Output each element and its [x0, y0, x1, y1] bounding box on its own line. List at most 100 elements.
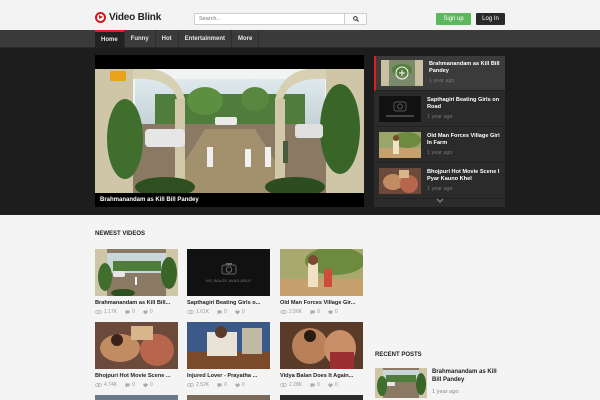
search-bar: [194, 13, 367, 25]
login-button[interactable]: Log In: [476, 13, 505, 25]
playlist-item[interactable]: Old Man Forces Village Girl In Farm 1 ye…: [374, 128, 505, 163]
like-count: 0: [149, 309, 153, 315]
camera-icon: [221, 263, 236, 275]
nav-item-hot[interactable]: Hot: [156, 30, 179, 48]
video-meta: 4.74K 0 0: [95, 382, 178, 388]
heart-icon: [328, 383, 333, 387]
video-title[interactable]: Vidya Balan Does It Again...: [280, 373, 363, 379]
video-card[interactable]: Old Man Forces Village Gir... 2.56K 0 0: [280, 249, 363, 319]
section-title-recent: RECENT POSTS: [375, 352, 422, 358]
like-count: 0: [241, 382, 245, 388]
video-meta: 2.52K 0 0: [187, 382, 270, 388]
video-card[interactable]: Injured Lover - Prayatha ... 2.52K 0 0: [187, 322, 270, 392]
video-frame[interactable]: [95, 69, 364, 193]
eye-icon: [95, 383, 102, 387]
recent-post-thumbnail[interactable]: [375, 368, 427, 398]
video-thumbnail[interactable]: [187, 322, 270, 369]
comment-count: 0: [132, 382, 135, 388]
heart-icon: [235, 383, 240, 387]
playlist-scroll-down[interactable]: [374, 196, 505, 205]
playlist-item[interactable]: Brahmanandam as Kill Bill Pandey 1 year …: [374, 56, 505, 91]
comment-icon: [125, 309, 130, 315]
chevron-down-icon: [436, 198, 443, 203]
search-input[interactable]: [194, 13, 345, 25]
view-count: 2.52K: [196, 382, 210, 388]
playlist-thumbnail: [379, 96, 421, 122]
video-title[interactable]: Sapthagiri Beating Girls o...: [187, 300, 270, 306]
eye-icon: [187, 310, 194, 314]
like-count: 0: [149, 382, 153, 388]
nav-item-home[interactable]: Home: [95, 30, 125, 48]
like-count: 0: [334, 382, 338, 388]
video-title[interactable]: Injured Lover - Prayatha ...: [187, 373, 270, 379]
player-title: Brahmanandam as Kill Bill Pandey: [100, 197, 199, 203]
video-card[interactable]: Vidya Balan Does It Again... 2.28K 0 0: [280, 322, 363, 392]
video-thumbnail[interactable]: NO IMAGE AVAILABLE: [187, 249, 270, 296]
video-thumbnail-partial[interactable]: [95, 395, 178, 400]
playlist-item[interactable]: Bhojpuri Hot Movie Scene I Pyar Kauno Kh…: [374, 164, 505, 199]
no-image-label: NO IMAGE AVAILABLE: [205, 278, 252, 283]
comment-icon: [217, 382, 222, 388]
like-count: 0: [241, 309, 245, 315]
comment-icon: [310, 309, 315, 315]
view-count: 1.61K: [196, 309, 210, 315]
video-thumbnail[interactable]: [280, 249, 363, 296]
heart-icon: [143, 310, 148, 314]
eye-icon: [95, 310, 102, 314]
video-meta: 1.17K 0 0: [95, 309, 178, 315]
heart-icon: [235, 310, 240, 314]
comment-icon: [217, 309, 222, 315]
search-button[interactable]: [345, 13, 367, 25]
video-thumbnail[interactable]: [280, 322, 363, 369]
view-count: 1.17K: [104, 309, 118, 315]
playlist-thumbnail: [379, 132, 421, 158]
playlist-item-title: Brahmanandam as Kill Bill Pandey: [429, 61, 500, 74]
playlist-item-title: Old Man Forces Village Girl In Farm: [427, 133, 500, 146]
eye-icon: [280, 310, 287, 314]
recent-post-time: 1 year ago: [432, 389, 459, 395]
video-meta: 2.28K 0 0: [280, 382, 363, 388]
video-thumbnail[interactable]: [95, 322, 178, 369]
comment-count: 0: [317, 382, 320, 388]
top-header: Video Blink Sign up Log In: [0, 0, 600, 30]
playlist-item-time: 1 year ago: [429, 78, 455, 84]
main-nav: Home Funny Hot Entertainment More: [0, 30, 600, 48]
heart-icon: [328, 310, 333, 314]
video-thumbnail-partial[interactable]: [280, 395, 363, 400]
eye-icon: [187, 383, 194, 387]
nav-item-funny[interactable]: Funny: [125, 30, 156, 48]
playlist-thumbnail: [381, 60, 423, 86]
video-thumbnail-partial[interactable]: [187, 395, 270, 400]
video-thumbnail[interactable]: [95, 249, 178, 296]
comment-count: 0: [224, 382, 227, 388]
search-icon: [352, 16, 359, 22]
video-title[interactable]: Old Man Forces Village Gir...: [280, 300, 363, 306]
playlist: Brahmanandam as Kill Bill Pandey 1 year …: [374, 56, 505, 207]
video-card[interactable]: Brahmanandam as Kill Bill... 1.17K 0 0: [95, 249, 178, 319]
playlist-item-title: Sapthagiri Beating Girls on Road: [427, 97, 500, 110]
comment-count: 0: [224, 309, 227, 315]
playlist-item-time: 1 year ago: [427, 150, 453, 156]
signup-button[interactable]: Sign up: [436, 13, 471, 25]
comment-icon: [125, 382, 130, 388]
nav-item-entertainment[interactable]: Entertainment: [179, 30, 233, 48]
video-title[interactable]: Brahmanandam as Kill Bill...: [95, 300, 178, 306]
view-count: 2.28K: [289, 382, 303, 388]
playlist-item[interactable]: Sapthagiri Beating Girls on Road 1 year …: [374, 92, 505, 127]
video-card[interactable]: NO IMAGE AVAILABLE Sapthagiri Beating Gi…: [187, 249, 270, 319]
video-meta: 1.61K 0 0: [187, 309, 270, 315]
site-logo[interactable]: Video Blink: [95, 11, 161, 23]
comment-count: 0: [132, 309, 135, 315]
recent-post[interactable]: Brahmanandam as Kill Bill Pandey 1 year …: [375, 368, 505, 398]
recent-post-title[interactable]: Brahmanandam as Kill Bill Pandey: [432, 368, 505, 384]
comment-icon: [310, 382, 315, 388]
heart-icon: [143, 383, 148, 387]
like-count: 0: [334, 309, 338, 315]
video-title[interactable]: Bhojpuri Hot Movie Scene ...: [95, 373, 178, 379]
playlist-item-time: 1 year ago: [427, 114, 453, 120]
video-player[interactable]: Brahmanandam as Kill Bill Pandey: [95, 55, 364, 207]
featured-section: Brahmanandam as Kill Bill Pandey Brahman…: [0, 48, 600, 215]
nav-item-more[interactable]: More: [232, 30, 260, 48]
view-count: 2.56K: [289, 309, 303, 315]
video-card[interactable]: Bhojpuri Hot Movie Scene ... 4.74K 0 0: [95, 322, 178, 392]
